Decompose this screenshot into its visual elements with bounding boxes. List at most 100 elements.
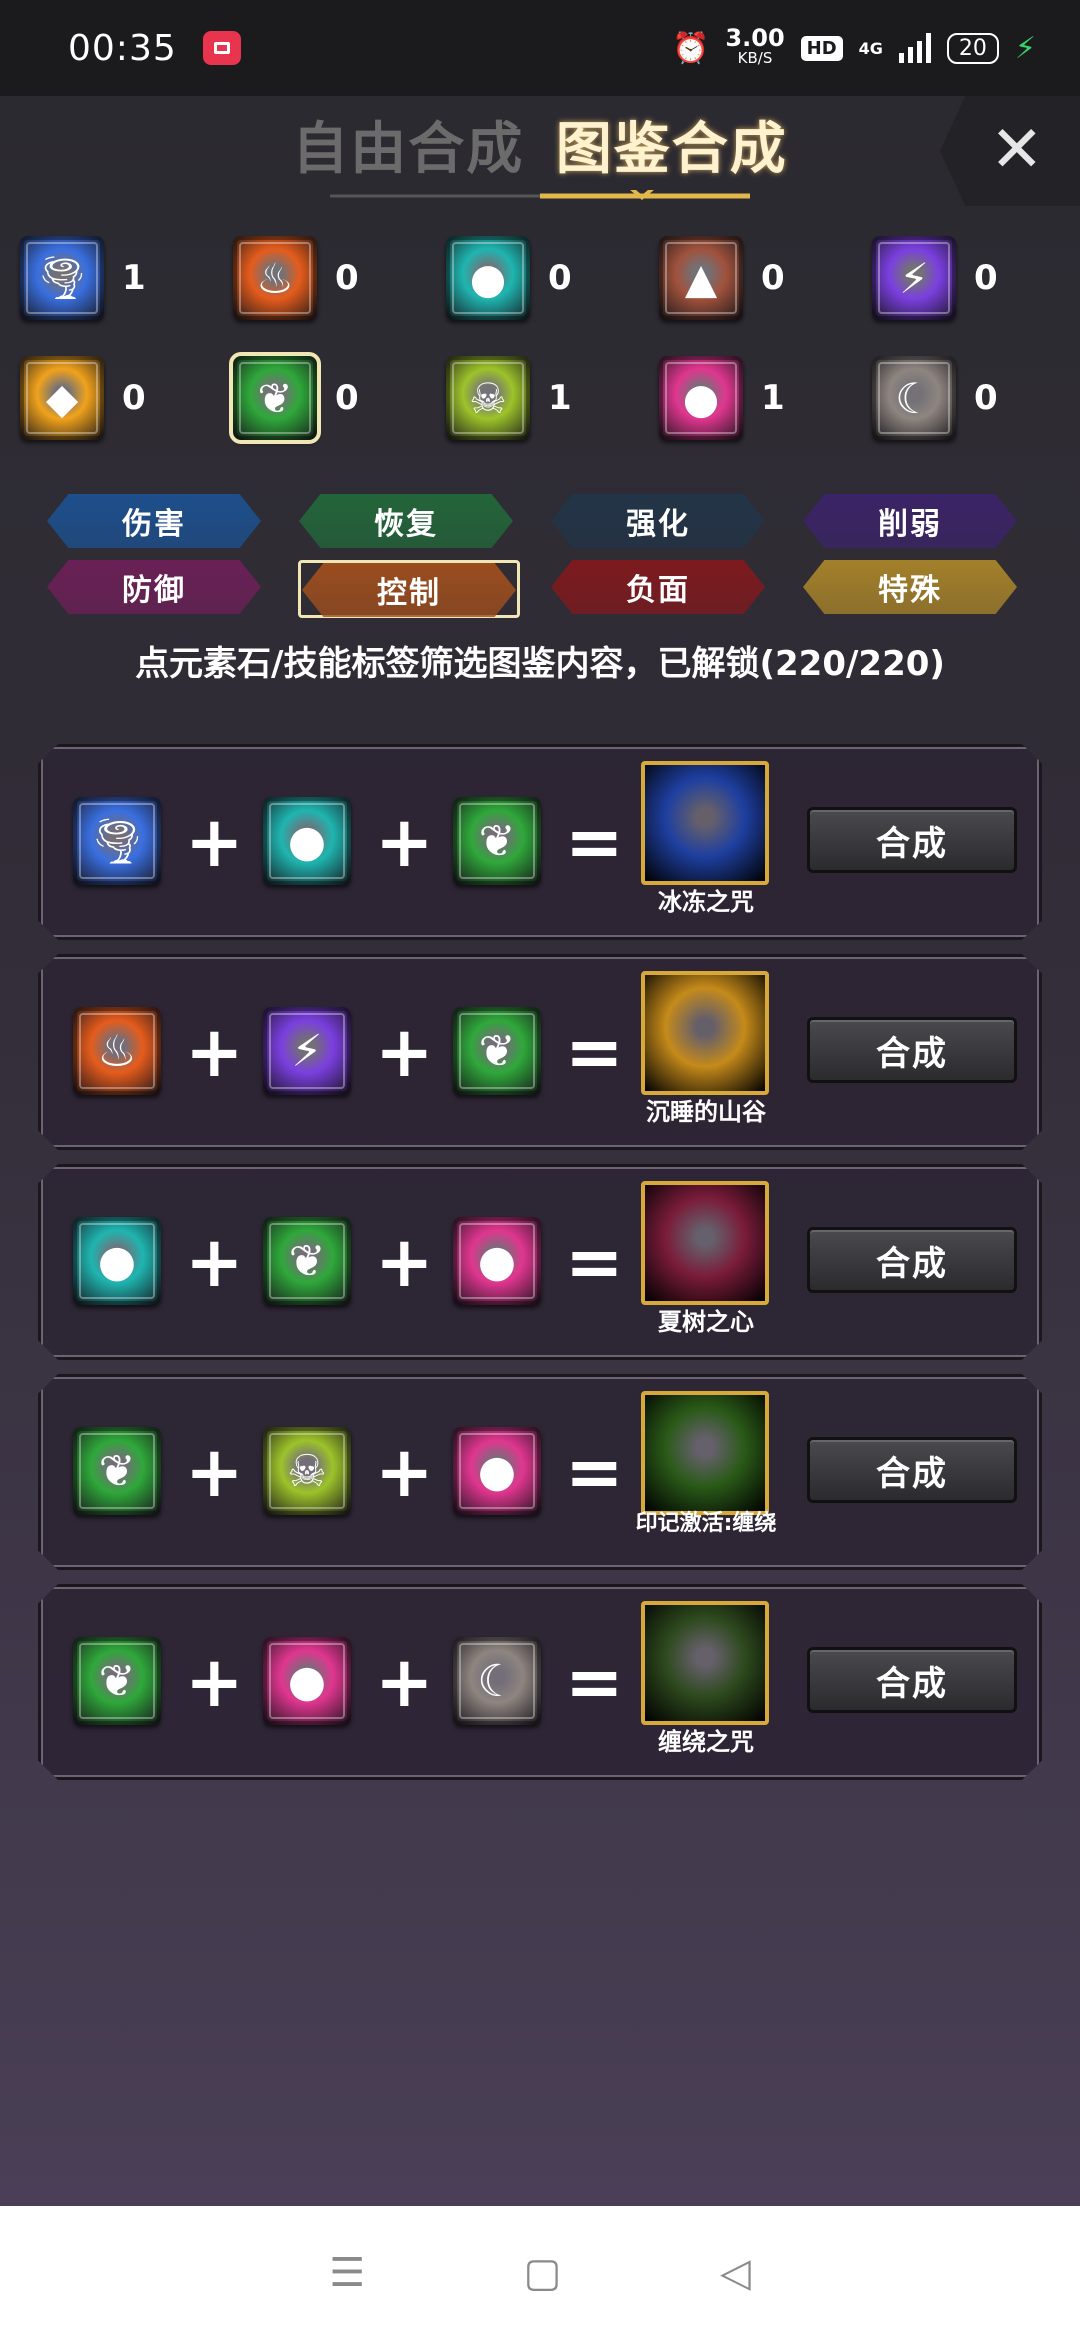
plus-icon: +: [375, 1431, 434, 1513]
arcane-element-icon[interactable]: ●: [453, 1217, 541, 1305]
plus-icon: +: [185, 1011, 244, 1093]
result-skill-name: 冰冻之咒: [658, 888, 754, 916]
wind-element-icon[interactable]: 🌪: [73, 797, 161, 885]
element-slot-poison[interactable]: ☠ 1: [446, 356, 572, 440]
element-slot-earth[interactable]: ▲ 0: [659, 236, 785, 320]
arcane-element-icon[interactable]: ●: [659, 356, 743, 440]
filter-tag-4[interactable]: 防御: [46, 560, 268, 618]
water-element-icon[interactable]: ●: [263, 797, 351, 885]
element-slot-shadow[interactable]: ☾ 0: [872, 356, 998, 440]
recipe-card: ♨ ⚡ ❦ + + = 沉睡的山谷 合成: [38, 954, 1042, 1150]
shadow-element-icon[interactable]: ☾: [872, 356, 956, 440]
wind-element-icon[interactable]: 🌪: [20, 236, 104, 320]
fire-element-icon[interactable]: ♨: [73, 1007, 161, 1095]
earth-element-icon[interactable]: ▲: [659, 236, 743, 320]
back-icon[interactable]: ◁: [720, 2250, 751, 2296]
status-bar: 00:35 ⏰ 3.00 KB/S HD 4G 20 ⚡: [0, 0, 1080, 96]
home-icon[interactable]: ▢: [524, 2250, 562, 2296]
recipe-card: ❦ ● ☾ + + = 缠绕之咒 合成: [38, 1584, 1042, 1780]
element-slot-water[interactable]: ● 0: [446, 236, 572, 320]
battery-icon: 20: [946, 32, 999, 64]
tab-book-synthesis[interactable]: 图鉴合成: [556, 117, 788, 182]
element-count: 0: [974, 258, 998, 298]
recipe-card: ● ❦ ● + + = 夏树之心 合成: [38, 1164, 1042, 1360]
poison-element-icon[interactable]: ☠: [446, 356, 530, 440]
element-slot-fire[interactable]: ♨ 0: [233, 236, 359, 320]
plus-icon: +: [185, 1221, 244, 1303]
menu-icon[interactable]: ☰: [329, 2250, 365, 2296]
element-slot-light[interactable]: ◆ 0: [20, 356, 146, 440]
nature-element-icon[interactable]: ❦: [73, 1427, 161, 1515]
equals-icon: =: [565, 1011, 624, 1093]
synthesize-button[interactable]: 合成: [807, 1647, 1017, 1713]
recipe-card: ❦ ☠ ● + + = 印记激活:缠绕 合成: [38, 1374, 1042, 1570]
water-element-icon[interactable]: ●: [73, 1217, 161, 1305]
element-count: 0: [974, 378, 998, 418]
element-count: 0: [761, 258, 785, 298]
plus-icon: +: [375, 1011, 434, 1093]
result-skill-icon[interactable]: [641, 971, 769, 1095]
nature-element-icon[interactable]: ❦: [229, 352, 321, 444]
filter-tag-label: 防御: [47, 560, 261, 614]
element-slot-lightning[interactable]: ⚡ 0: [872, 236, 998, 320]
nature-element-icon[interactable]: ❦: [453, 797, 541, 885]
nature-element-icon[interactable]: ❦: [453, 1007, 541, 1095]
nature-element-icon[interactable]: ❦: [263, 1217, 351, 1305]
system-nav-bar: ☰ ▢ ◁: [0, 2206, 1080, 2340]
element-count: 0: [122, 378, 146, 418]
charging-icon: ⚡: [1014, 30, 1036, 66]
close-button[interactable]: ✕: [940, 96, 1080, 206]
tab-free-synthesis[interactable]: 自由合成: [292, 117, 524, 182]
filter-hint: 点元素石/技能标签筛选图鉴内容，已解锁(220/220): [135, 644, 945, 684]
filter-tag-5[interactable]: 控制: [298, 560, 520, 618]
element-slot-nature[interactable]: ❦ 0: [229, 352, 359, 444]
equals-icon: =: [565, 1431, 624, 1513]
nature-element-icon[interactable]: ❦: [73, 1637, 161, 1725]
recipe-card: 🌪 ● ❦ + + = 冰冻之咒 合成: [38, 744, 1042, 940]
filter-tag-label: 强化: [551, 494, 765, 548]
plus-icon: +: [185, 1431, 244, 1513]
shadow-element-icon[interactable]: ☾: [453, 1637, 541, 1725]
element-count: 1: [761, 378, 785, 418]
filter-tag-label: 特殊: [803, 560, 1017, 614]
synthesize-button[interactable]: 合成: [807, 1017, 1017, 1083]
result-skill-icon[interactable]: [641, 761, 769, 885]
plus-icon: +: [375, 1221, 434, 1303]
element-count: 0: [335, 258, 359, 298]
arcane-element-icon[interactable]: ●: [263, 1637, 351, 1725]
filter-tag-6[interactable]: 负面: [550, 560, 772, 618]
element-slot-arcane[interactable]: ● 1: [659, 356, 785, 440]
filter-tag-label: 控制: [302, 563, 516, 617]
result-skill-icon[interactable]: [641, 1601, 769, 1725]
result-skill-icon[interactable]: [641, 1391, 769, 1515]
net-speed: 3.00 KB/S: [725, 24, 785, 67]
lightning-element-icon[interactable]: ⚡: [263, 1007, 351, 1095]
hd-icon: HD: [800, 35, 843, 61]
equals-icon: =: [565, 1641, 624, 1723]
plus-icon: +: [375, 801, 434, 883]
light-element-icon[interactable]: ◆: [20, 356, 104, 440]
tab-underline: [330, 190, 750, 200]
water-element-icon[interactable]: ●: [446, 236, 530, 320]
arcane-element-icon[interactable]: ●: [453, 1427, 541, 1515]
plus-icon: +: [375, 1641, 434, 1723]
signal-icon: [898, 33, 931, 63]
filter-tag-3[interactable]: 削弱: [802, 494, 1024, 552]
filter-tag-0[interactable]: 伤害: [46, 494, 268, 552]
lightning-element-icon[interactable]: ⚡: [872, 236, 956, 320]
filter-tag-7[interactable]: 特殊: [802, 560, 1024, 618]
filter-tag-1[interactable]: 恢复: [298, 494, 520, 552]
filter-tag-label: 伤害: [47, 494, 261, 548]
filter-tag-2[interactable]: 强化: [550, 494, 772, 552]
element-slot-wind[interactable]: 🌪 1: [20, 236, 146, 320]
equals-icon: =: [565, 1221, 624, 1303]
result-skill-icon[interactable]: [641, 1181, 769, 1305]
synthesize-button[interactable]: 合成: [807, 807, 1017, 873]
synthesize-button[interactable]: 合成: [807, 1437, 1017, 1503]
plus-icon: +: [185, 1641, 244, 1723]
fire-element-icon[interactable]: ♨: [233, 236, 317, 320]
element-count: 1: [122, 258, 146, 298]
screen-record-icon: [202, 31, 241, 65]
poison-element-icon[interactable]: ☠: [263, 1427, 351, 1515]
synthesize-button[interactable]: 合成: [807, 1227, 1017, 1293]
